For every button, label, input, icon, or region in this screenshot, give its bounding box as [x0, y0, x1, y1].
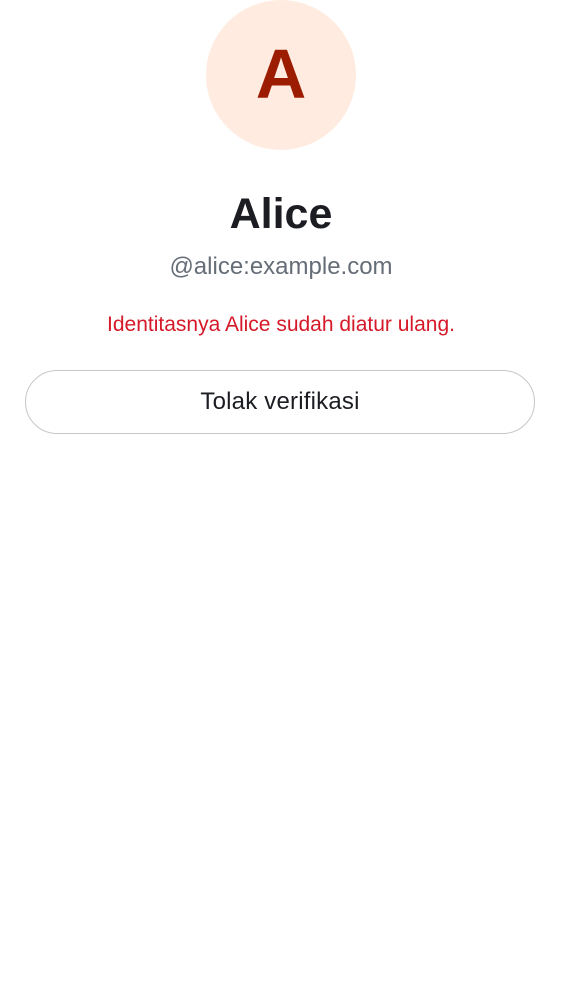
- display-name: Alice: [229, 190, 333, 238]
- avatar: A: [206, 0, 356, 150]
- avatar-initial: A: [255, 34, 307, 113]
- decline-verification-button[interactable]: Tolak verifikasi: [25, 370, 535, 434]
- identity-reset-screen: A Alice @alice:example.com Identitasnya …: [0, 0, 562, 1000]
- decline-verification-label: Tolak verifikasi: [200, 388, 360, 415]
- user-id: @alice:example.com: [169, 253, 393, 280]
- identity-reset-warning: Identitasnya Alice sudah diatur ulang.: [107, 313, 455, 336]
